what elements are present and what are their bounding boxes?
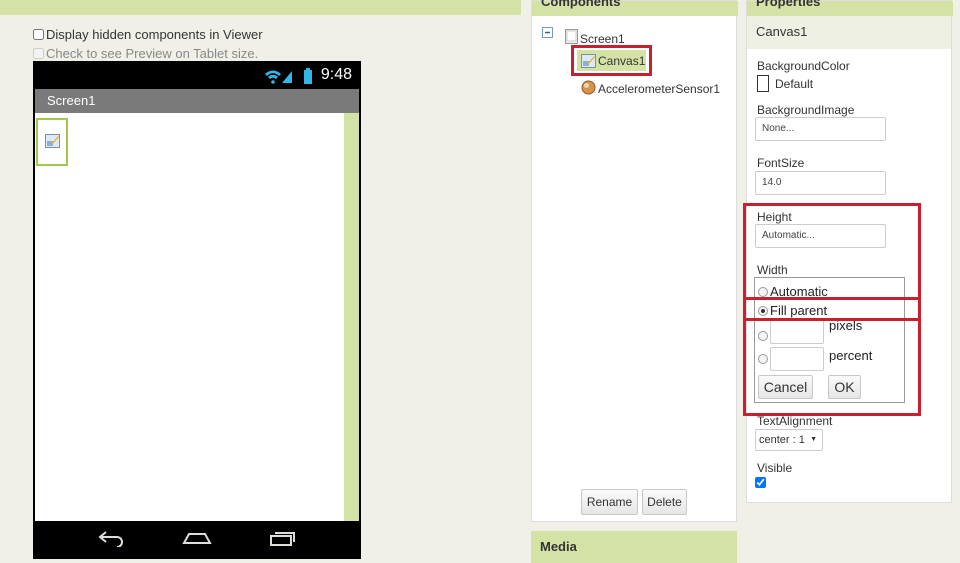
- canvas-component-preview[interactable]: [36, 118, 68, 166]
- background-image-label: BackgroundImage: [757, 103, 855, 117]
- text-alignment-value: center : 1: [759, 434, 805, 446]
- phone-nav-bar: [34, 521, 360, 558]
- tablet-preview-option[interactable]: Check to see Preview on Tablet size.: [33, 46, 258, 61]
- media-title: Media: [540, 539, 577, 554]
- screen-title-bar: Screen1: [35, 89, 359, 113]
- viewer-header-band: [0, 0, 521, 15]
- components-panel: Components Screen1 Canvas1 Accelerometer…: [531, 0, 738, 522]
- accelerometer-icon: [581, 80, 596, 94]
- components-header: Components: [532, 0, 738, 16]
- tablet-preview-checkbox[interactable]: [33, 48, 44, 59]
- screen-title: Screen1: [47, 93, 96, 108]
- font-size-field[interactable]: 14.0: [755, 171, 886, 195]
- dropdown-arrow-icon: ▼: [810, 436, 817, 443]
- back-nav-icon[interactable]: [97, 529, 125, 547]
- background-color-value: Default: [775, 76, 814, 91]
- tree-item-screen1[interactable]: Screen1: [565, 26, 625, 46]
- phone-screen-area[interactable]: [35, 113, 359, 521]
- text-alignment-label: TextAlignment: [757, 414, 833, 428]
- display-hidden-label: Display hidden components in Viewer: [46, 27, 263, 42]
- canvas1-highlight-box: [571, 45, 652, 76]
- recents-nav-icon[interactable]: [269, 529, 297, 547]
- tree-item-accelerometer[interactable]: AccelerometerSensor1: [581, 78, 720, 96]
- display-hidden-option[interactable]: Display hidden components in Viewer: [33, 27, 263, 42]
- tree-label-accelerometer: AccelerometerSensor1: [598, 82, 721, 96]
- display-hidden-checkbox[interactable]: [33, 29, 44, 40]
- selected-component-name: Canvas1: [756, 24, 808, 39]
- color-swatch: [757, 75, 769, 92]
- background-color-picker[interactable]: Default: [757, 75, 813, 92]
- tree-label-screen1: Screen1: [580, 32, 625, 46]
- battery-icon: [304, 68, 312, 84]
- collapse-icon[interactable]: [542, 27, 553, 38]
- components-title: Components: [541, 0, 621, 9]
- properties-title: Properties: [756, 0, 821, 9]
- delete-button[interactable]: Delete: [642, 489, 687, 515]
- visible-checkbox[interactable]: [755, 477, 766, 488]
- phone-status-bar: 9:48: [34, 62, 360, 89]
- screen-icon: [565, 28, 578, 44]
- background-image-field[interactable]: None...: [755, 117, 886, 141]
- rename-button[interactable]: Rename: [581, 489, 638, 515]
- background-color-label: BackgroundColor: [757, 59, 850, 73]
- properties-header: Properties: [747, 0, 953, 16]
- status-time: 9:48: [320, 66, 352, 83]
- phone-preview: 9:48 Screen1: [33, 61, 361, 559]
- status-icons: [264, 68, 312, 89]
- text-alignment-select[interactable]: center : 1 ▼: [755, 429, 823, 451]
- selected-component-band: Canvas1: [747, 16, 951, 49]
- screen-scrollbar[interactable]: [344, 113, 359, 521]
- canvas-icon: [45, 134, 60, 148]
- fill-parent-highlight-box: [743, 297, 921, 321]
- font-size-label: FontSize: [757, 156, 805, 170]
- wifi-signal-icon: [264, 70, 292, 84]
- tablet-preview-label: Check to see Preview on Tablet size.: [46, 46, 259, 61]
- media-panel: Media: [531, 531, 737, 563]
- visible-label: Visible: [757, 461, 793, 475]
- home-nav-icon[interactable]: [182, 529, 212, 547]
